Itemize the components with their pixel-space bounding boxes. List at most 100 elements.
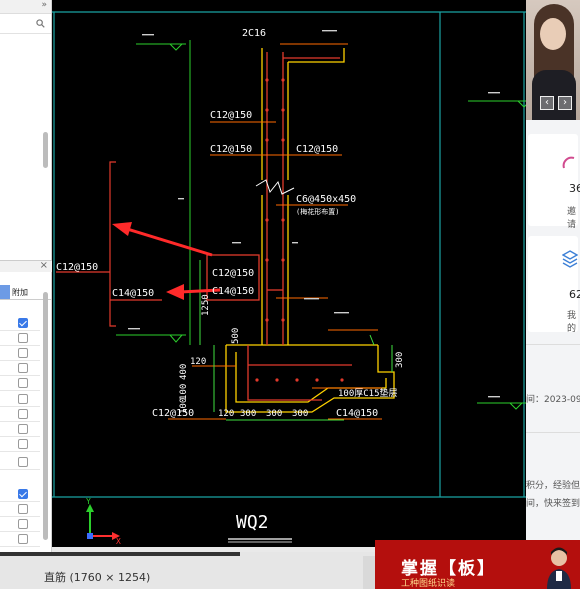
list-row	[0, 455, 40, 470]
svg-text:▬▬▬▬▬: ▬▬▬▬▬	[322, 28, 337, 34]
row-checkbox[interactable]	[18, 333, 28, 343]
row-checkbox[interactable]	[18, 409, 28, 419]
cad-drawing: ▬▬▬▬ ▬▬▬▬▬ ▬▬ ▬▬▬ ▬▬ ▬▬▬▬ ▬▬▬▬▬ ▬▬▬▬▬ ▬▬…	[52, 11, 526, 546]
svg-text:▬▬▬▬▬: ▬▬▬▬▬	[304, 296, 319, 302]
label-dim-100a: 100	[179, 384, 189, 400]
portrait-body	[532, 70, 576, 120]
arc-icon	[562, 156, 575, 169]
svg-text:▬▬▬▬: ▬▬▬▬	[128, 326, 140, 332]
signin-text: 间，快来签到	[526, 499, 580, 509]
label-c6: C6@450x450	[296, 194, 356, 205]
right-panel: ‹ › 36 邀请 62 我的 间：2023-09 积分，经验但 间，快来签到	[526, 0, 580, 589]
svg-text:▬▬▬▬: ▬▬▬▬	[142, 32, 154, 38]
list-row	[0, 361, 40, 376]
label-bot-c14: C14@150	[336, 408, 378, 419]
svg-text:▬▬: ▬▬	[178, 196, 184, 202]
level-markers	[116, 43, 526, 410]
wall-outline	[225, 48, 395, 413]
stat-card-invite[interactable]: 36 邀请	[528, 134, 580, 230]
divider	[526, 432, 580, 433]
row-checkbox[interactable]	[18, 439, 28, 449]
list-row	[0, 407, 40, 422]
drawing-frame	[52, 11, 526, 498]
label-c6-sub: (梅花形布置)	[296, 207, 339, 216]
label-c12-mid: C12@150	[212, 268, 254, 279]
prev-slide-icon[interactable]: ‹	[540, 96, 554, 110]
portrait-photo: ‹ ›	[526, 0, 580, 120]
row-checkbox[interactable]	[18, 519, 28, 529]
stat-invite-label: 邀请	[567, 207, 577, 230]
list-row	[0, 532, 40, 547]
image-caption: 直筋 (1760 × 1254)	[44, 571, 151, 584]
svg-text:▬▬▬: ▬▬▬	[232, 240, 241, 246]
stat-mine-label: 我的	[567, 311, 577, 334]
svg-text:▬▬▬▬: ▬▬▬▬	[488, 394, 500, 400]
list-row	[0, 392, 40, 407]
column-header-label: 附加	[12, 288, 28, 297]
row-checkbox[interactable]	[18, 457, 28, 467]
label-c14-left: C14@150	[112, 288, 154, 299]
label-bot-c12: C12@150	[152, 408, 194, 419]
upper-scrollbar[interactable]	[43, 132, 48, 168]
rebar-lines	[206, 52, 352, 401]
drawing-title: WQ2	[236, 512, 269, 533]
stat-mine-value: 62	[569, 288, 580, 301]
list-row	[0, 517, 40, 532]
list-row	[0, 422, 40, 437]
collapse-icon[interactable]: »	[41, 0, 47, 10]
bottom-separator	[363, 556, 375, 589]
label-c15: 100厚C15垫层	[338, 387, 398, 399]
label-dim-400: 400	[179, 364, 189, 380]
ucs-axis-icon: Y X	[86, 497, 121, 546]
label-dim-300r: 300	[395, 352, 405, 368]
label-c14-mid: C14@150	[212, 286, 254, 297]
label-c12-1: C12@150	[210, 110, 252, 121]
list-row	[0, 316, 40, 331]
svg-text:▬▬: ▬▬	[292, 240, 298, 246]
row-checkbox[interactable]	[18, 363, 28, 373]
list-row	[0, 487, 40, 502]
date-text: 间：2023-09	[526, 395, 580, 405]
close-icon[interactable]: ×	[40, 260, 48, 271]
svg-text:▬▬▬▬▬: ▬▬▬▬▬	[334, 310, 349, 316]
row-checkbox[interactable]	[18, 318, 28, 328]
label-bot-dim-1: 300	[240, 409, 256, 419]
row-checkbox[interactable]	[18, 504, 28, 514]
layers-icon	[562, 250, 578, 268]
label-dim-500: 500	[231, 328, 241, 344]
list-row	[0, 437, 40, 452]
left-panel: » × 附加	[0, 0, 52, 552]
row-checkbox[interactable]	[18, 489, 28, 499]
stat-card-mine[interactable]: 62 我的	[528, 236, 580, 334]
label-top-bar: 2C16	[242, 28, 266, 39]
search-field[interactable]	[0, 14, 51, 34]
lower-scrollbar[interactable]	[43, 292, 48, 540]
label-dim-1250: 1250	[201, 294, 211, 316]
row-checkbox[interactable]	[18, 378, 28, 388]
column-header-accent	[0, 285, 10, 299]
label-dim-120: 120	[190, 357, 206, 367]
rebar-dots	[255, 78, 344, 382]
label-bot-dim-2: 300	[266, 409, 282, 419]
search-icon[interactable]	[36, 19, 45, 28]
drawing-labels: 2C16 C12@150 C12@150 C12@150 C6@450x450 …	[56, 28, 405, 419]
label-bot-dim-0: 120	[218, 409, 234, 419]
promo-banner[interactable]: 掌握【板】 工种图纸识读	[375, 540, 580, 589]
row-checkbox[interactable]	[18, 394, 28, 404]
label-c12-left: C12@150	[56, 262, 98, 273]
banner-subtitle: 工种图纸识读	[401, 579, 456, 589]
external-bracket	[56, 161, 162, 327]
break-mark	[255, 179, 295, 195]
list-row	[0, 331, 40, 346]
portrait-face	[540, 18, 566, 50]
row-checkbox[interactable]	[18, 534, 28, 544]
label-bot-dim-3: 300	[292, 409, 308, 419]
second-panel-header: ×	[0, 260, 52, 272]
next-slide-icon[interactable]: ›	[558, 96, 572, 110]
banner-person-icon	[547, 547, 571, 589]
row-checkbox[interactable]	[18, 424, 28, 434]
list-row	[0, 346, 40, 361]
axis-x-label: X	[116, 537, 121, 546]
screenshot-root: » × 附加 ▬▬▬▬ ▬▬▬▬▬ ▬▬ ▬▬▬ ▬▬ ▬▬▬▬ ▬▬▬▬▬ ▬…	[0, 0, 580, 589]
row-checkbox[interactable]	[18, 348, 28, 358]
